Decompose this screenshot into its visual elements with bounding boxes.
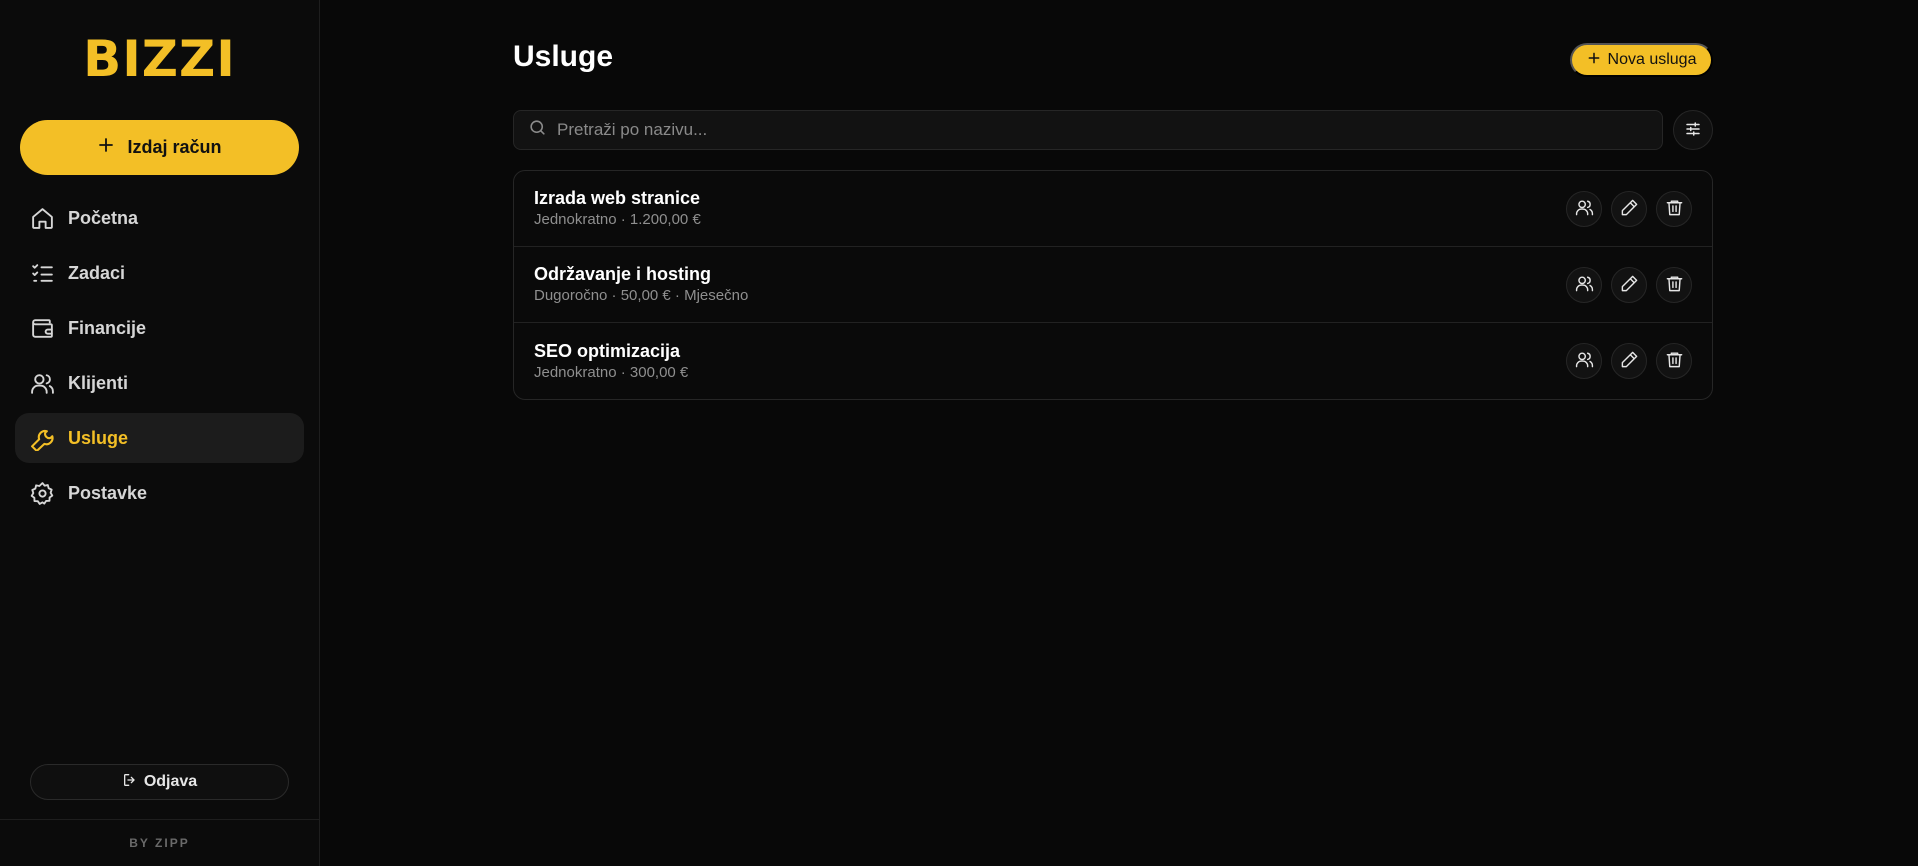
row-actions	[1566, 266, 1692, 303]
search-input[interactable]	[557, 120, 1662, 140]
trash-icon	[1665, 350, 1684, 372]
list-item[interactable]: SEO optimizacija Jednokratno · 300,00 €	[514, 323, 1712, 399]
app-root: BIZZI Izdaj račun Početna Zadaci Financi…	[0, 0, 1918, 866]
sidebar-item-usluge[interactable]: Usluge	[15, 413, 304, 463]
byline: BY ZIPP	[129, 836, 190, 850]
sliders-icon	[1684, 120, 1702, 141]
wrench-icon	[29, 425, 55, 451]
service-name: Održavanje i hosting	[534, 264, 712, 284]
sidebar-item-label: Početna	[68, 207, 139, 228]
sidebar-item-financije[interactable]: Financije	[15, 303, 304, 353]
logo[interactable]: BIZZI	[0, 32, 319, 86]
sidebar-item-label: Zadaci	[68, 262, 126, 283]
service-name: Izrada web stranice	[534, 188, 701, 208]
services-list: Izrada web stranice Jednokratno · 1.200,…	[513, 170, 1713, 400]
list-item[interactable]: Izrada web stranice Jednokratno · 1.200,…	[514, 171, 1712, 247]
search-bar	[513, 110, 1663, 150]
users-icon	[1575, 198, 1594, 220]
row-actions	[1566, 190, 1692, 227]
list-item[interactable]: Održavanje i hosting Dugoročno · 50,00 €…	[514, 247, 1712, 323]
service-name: SEO optimizacija	[534, 340, 681, 361]
service-meta: Jednokratno · 1.200,00 €	[534, 211, 701, 228]
sidebar-item-postavke[interactable]: Postavke	[15, 468, 304, 518]
users-icon	[1575, 274, 1594, 296]
delete-button[interactable]	[1656, 190, 1692, 227]
logout-label: Odjava	[143, 773, 198, 790]
plus-icon	[97, 136, 115, 159]
issue-invoice-label: Izdaj račun	[127, 137, 222, 157]
home-icon	[29, 205, 55, 231]
sidebar-nav: Početna Zadaci Financije Klijenti Usluge…	[15, 193, 304, 523]
delete-button[interactable]	[1656, 266, 1692, 303]
sidebar: BIZZI Izdaj račun Početna Zadaci Financi…	[0, 0, 320, 866]
assign-clients-button[interactable]	[1566, 190, 1602, 227]
new-service-label: Nova usluga	[1607, 51, 1697, 68]
sidebar-item-pocetna[interactable]: Početna	[15, 193, 304, 243]
new-service-button[interactable]: Nova usluga	[1570, 43, 1713, 77]
checklist-icon	[29, 260, 55, 286]
trash-icon	[1665, 274, 1684, 296]
sidebar-item-label: Usluge	[68, 427, 129, 448]
pencil-icon	[1620, 350, 1639, 372]
wallet-icon	[29, 315, 55, 341]
sidebar-item-label: Postavke	[68, 482, 148, 503]
users-icon	[29, 370, 55, 396]
sidebar-item-klijenti[interactable]: Klijenti	[15, 358, 304, 408]
plus-icon	[1587, 51, 1601, 70]
page-title: Usluge	[513, 40, 614, 73]
divider	[0, 819, 319, 820]
edit-button[interactable]	[1611, 266, 1647, 303]
service-info: Izrada web stranice Jednokratno · 1.200,…	[534, 187, 1566, 230]
gear-icon	[29, 480, 55, 506]
sidebar-item-zadaci[interactable]: Zadaci	[15, 248, 304, 298]
assign-clients-button[interactable]	[1566, 343, 1602, 379]
sidebar-item-label: Financije	[68, 317, 147, 338]
pencil-icon	[1620, 198, 1639, 220]
pencil-icon	[1620, 274, 1639, 296]
row-actions	[1566, 343, 1692, 379]
main-content: Usluge Nova usluga Izrada web stranice J…	[320, 0, 1918, 866]
service-info: Održavanje i hosting Dugoročno · 50,00 €…	[534, 263, 1566, 306]
users-icon	[1575, 350, 1594, 372]
service-meta: Jednokratno · 300,00 €	[534, 363, 689, 381]
trash-icon	[1665, 198, 1684, 220]
edit-button[interactable]	[1611, 190, 1647, 227]
issue-invoice-button[interactable]: Izdaj račun	[20, 120, 299, 175]
service-meta: Dugoročno · 50,00 € · Mjesečno	[534, 287, 749, 304]
service-info: SEO optimizacija Jednokratno · 300,00 €	[534, 340, 1566, 383]
logout-icon	[122, 772, 138, 793]
sidebar-item-label: Klijenti	[68, 372, 129, 393]
edit-button[interactable]	[1611, 343, 1647, 379]
logout-button[interactable]: Odjava	[30, 764, 289, 800]
filter-button[interactable]	[1673, 110, 1713, 150]
assign-clients-button[interactable]	[1566, 266, 1602, 303]
delete-button[interactable]	[1656, 343, 1692, 379]
search-icon	[528, 118, 547, 142]
